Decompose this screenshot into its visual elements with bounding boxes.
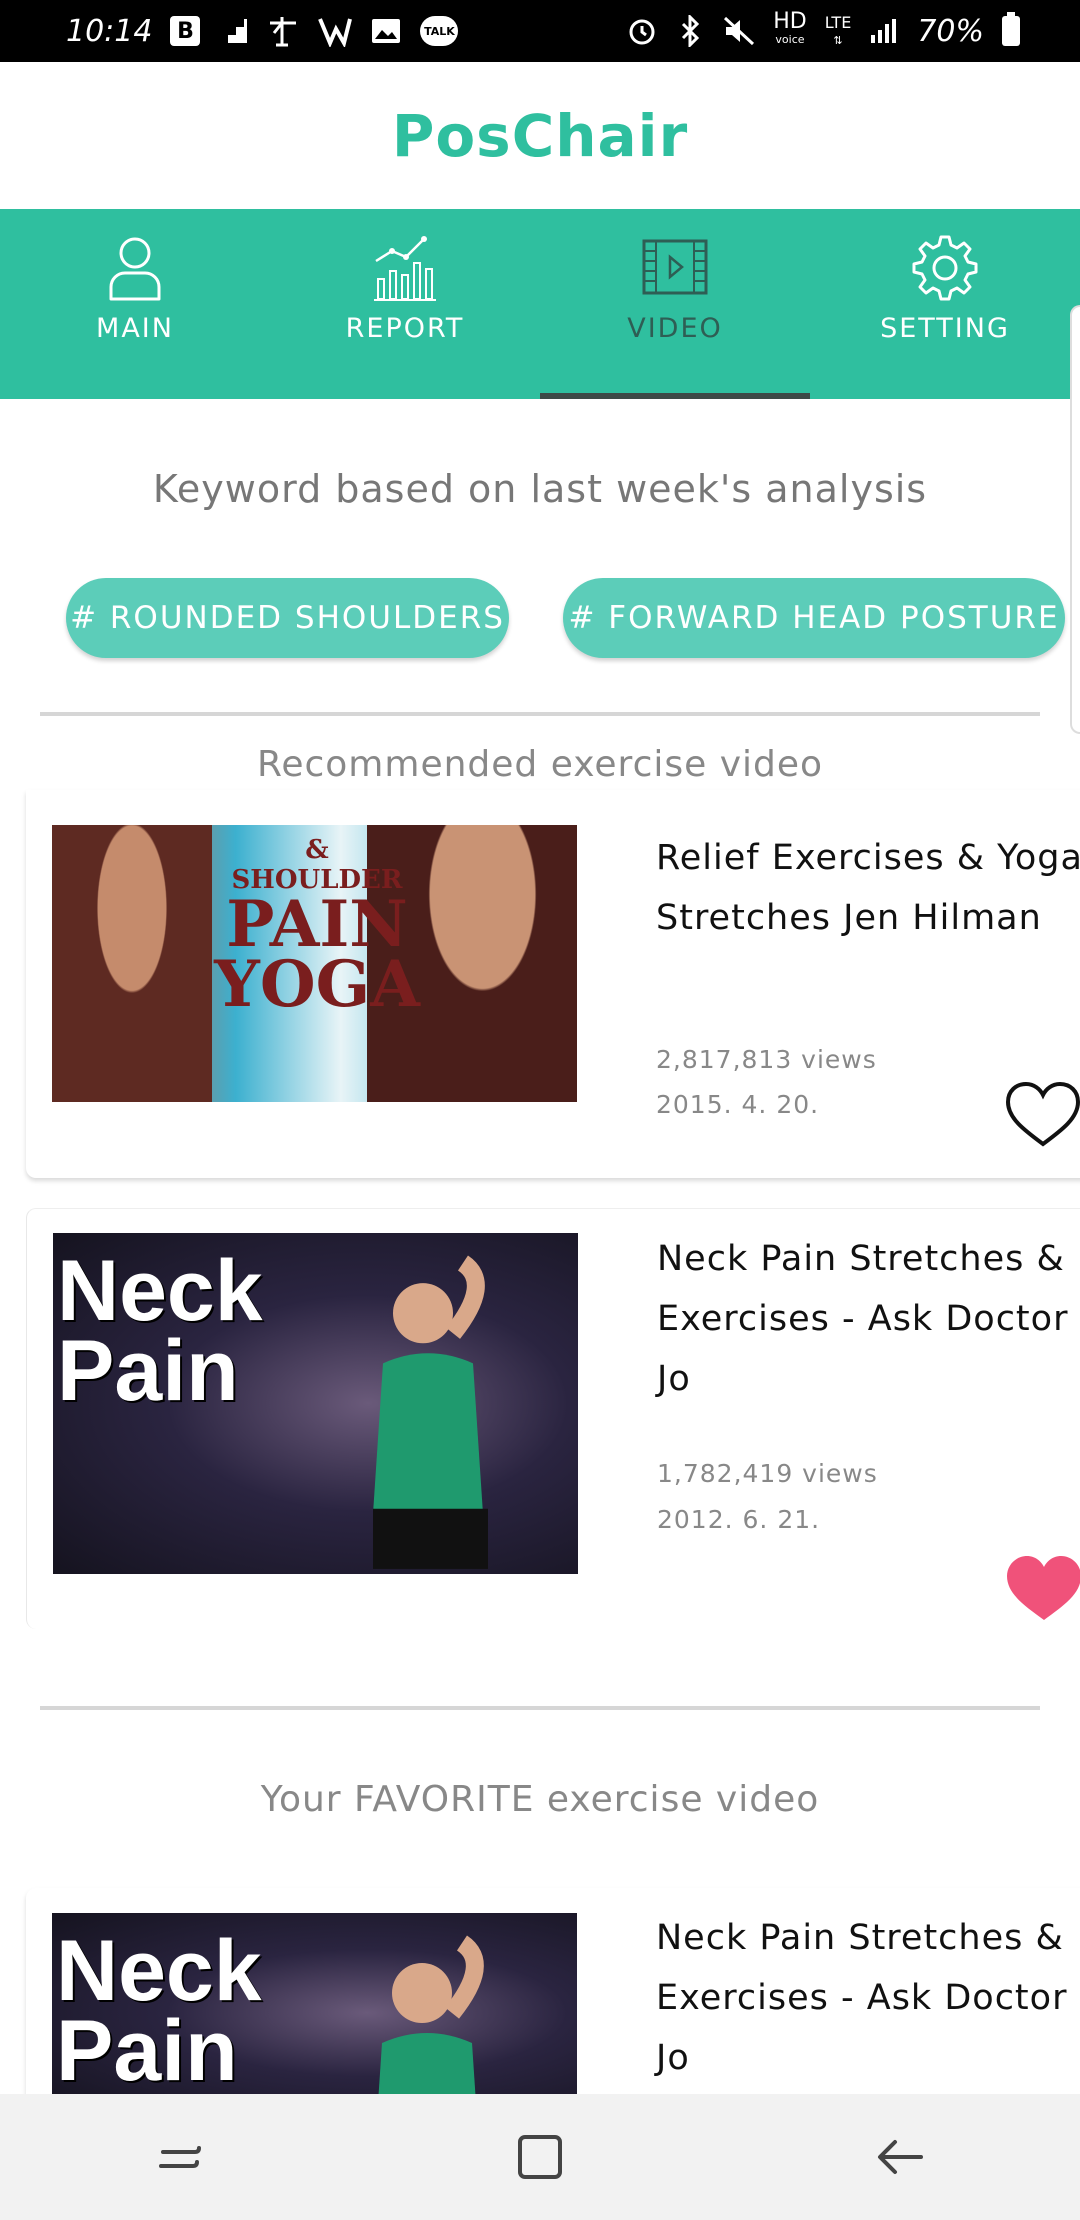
- recent-apps-button[interactable]: [130, 2117, 230, 2197]
- thumbnail-text: Pain: [56, 2003, 238, 2099]
- app-header: PosChair: [0, 62, 1080, 209]
- video-thumbnail[interactable]: Neck Pain: [52, 1913, 577, 2108]
- recent-apps-icon: [159, 2146, 201, 2168]
- tab-setting-label: SETTING: [880, 313, 1010, 344]
- video-card[interactable]: & SHOULDER PAIN YOGA Relief Exercises & …: [26, 790, 1080, 1178]
- mute-icon: [723, 14, 755, 48]
- video-thumbnail[interactable]: & SHOULDER PAIN YOGA: [52, 825, 577, 1102]
- thumbnail-text: Neck: [57, 1243, 263, 1339]
- crane-icon: [266, 14, 300, 48]
- tab-setting[interactable]: SETTING: [810, 209, 1080, 399]
- tab-video-label: VIDEO: [627, 313, 723, 344]
- bar-chart-icon: [374, 236, 436, 301]
- scroll-indicator: [1070, 305, 1080, 734]
- tab-main-label: MAIN: [96, 313, 174, 344]
- tab-bar: MAIN REPORT VIDEO SETTING: [0, 209, 1080, 399]
- tab-main[interactable]: MAIN: [0, 209, 270, 399]
- film-icon: [642, 239, 708, 295]
- video-views: 2,817,813 views: [656, 1045, 877, 1074]
- thumbnail-text: PAIN: [226, 887, 408, 962]
- tab-report-label: REPORT: [345, 313, 465, 344]
- video-title[interactable]: Relief Exercises & Yoga Stretches Jen Hi…: [656, 828, 1080, 948]
- alarm-icon: [627, 14, 657, 48]
- status-time: 10:14: [66, 13, 153, 49]
- v-app-icon: [318, 14, 353, 48]
- system-nav-bar: [0, 2094, 1080, 2220]
- gear-icon: [912, 235, 978, 301]
- bluetooth-icon: [675, 14, 705, 48]
- thumbnail-text: YOGA: [214, 947, 420, 1022]
- home-icon: [518, 2135, 562, 2179]
- battery-icon: [1002, 12, 1020, 46]
- thumbnail-text: Neck: [56, 1923, 262, 2019]
- kakaotalk-icon: TALK: [420, 16, 459, 46]
- favorite-section-title: Your FAVORITE exercise video: [260, 1779, 820, 1820]
- signal-icon: [869, 14, 899, 48]
- app-title: PosChair: [391, 101, 689, 170]
- keyword-chip-rounded-shoulders[interactable]: # ROUNDED SHOULDERS: [66, 578, 509, 658]
- tab-video[interactable]: VIDEO: [540, 209, 810, 399]
- keyword-chip-forward-head-posture[interactable]: # FORWARD HEAD POSTURE: [563, 578, 1065, 658]
- recommended-section-title: Recommended exercise video: [256, 744, 824, 785]
- section-divider: [40, 1706, 1040, 1710]
- video-title[interactable]: Neck Pain Stretches & Exercises - Ask Do…: [657, 1229, 1080, 1409]
- video-views: 1,782,419 views: [657, 1459, 878, 1488]
- keyword-section-title: Keyword based on last week's analysis: [152, 467, 928, 511]
- home-button[interactable]: [490, 2117, 590, 2197]
- heart-filled-icon[interactable]: [1005, 1554, 1080, 1624]
- favorite-video-card[interactable]: Neck Pain Neck Pain Stretches & Exercise…: [26, 1888, 1080, 2108]
- heart-outline-icon[interactable]: [1004, 1080, 1080, 1150]
- video-thumbnail[interactable]: Neck Pain: [53, 1233, 578, 1574]
- video-title[interactable]: Neck Pain Stretches & Exercises - Ask Do…: [656, 1908, 1080, 2088]
- tab-report[interactable]: REPORT: [270, 209, 540, 399]
- image-icon: [370, 14, 402, 48]
- stairs-icon: [218, 14, 248, 48]
- battery-percent: 70%: [917, 13, 984, 49]
- thumbnail-text: &: [305, 835, 329, 865]
- status-bar: 10:14 B TALK HD voice LTE ⇅ 70%: [0, 0, 1080, 62]
- thumbnail-text: Pain: [57, 1323, 239, 1419]
- back-arrow-icon: [878, 2140, 923, 2174]
- person-icon: [109, 237, 161, 301]
- lte-indicator: LTE ⇅: [824, 12, 852, 47]
- video-date: 2015. 4. 20.: [656, 1090, 820, 1119]
- hd-voice-indicator: HD voice: [773, 9, 807, 47]
- band-icon: B: [170, 16, 201, 46]
- section-divider: [40, 712, 1040, 716]
- video-card[interactable]: Neck Pain Neck Pain Stretches & Exercise…: [26, 1208, 1080, 1629]
- back-button[interactable]: [850, 2117, 950, 2197]
- video-date: 2012. 6. 21.: [657, 1505, 821, 1534]
